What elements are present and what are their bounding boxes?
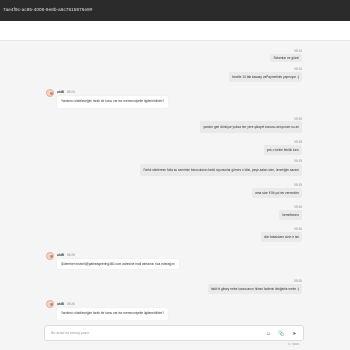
message-time: 09:25: [294, 159, 302, 163]
url-text[interactable]: 7ae4f9c-ac85-4006-9e8b-a6c7615976e8#: [3, 7, 92, 12]
incoming-message-header: ukiB 09:26: [57, 302, 75, 306]
emoji-icon[interactable]: ☺: [264, 329, 273, 338]
outgoing-message: Farklı sitelereen folla su semimle fotur…: [140, 164, 302, 176]
message-time: 09:26: [294, 205, 302, 209]
composer-actions: ☺ 📎 ➤: [264, 329, 299, 338]
outgoing-message: yardım geri dönüyor yoksa her yere şikay…: [200, 121, 302, 133]
browser-url-bar[interactable]: 7ae4f9c-ac85-4006-9e8b-a6c7615976e8#: [0, 0, 350, 21]
message-time: 09:24: [294, 67, 302, 71]
outgoing-message: Selamlar ne güzel: [270, 54, 302, 62]
chat-header: [0, 21, 350, 41]
agent-name: ukiB: [57, 302, 64, 306]
message-time: 09:24: [66, 90, 75, 94]
message-time: 09:26: [66, 253, 75, 257]
message-time: 09:25: [294, 183, 302, 187]
message-composer[interactable]: Bu aracı'na mesaj yazın ☺ 📎 ➤ 0 / 3000: [44, 325, 304, 346]
agent-avatar: [46, 300, 54, 308]
message-time: 09:26: [294, 227, 302, 231]
message-time: 09:26: [66, 302, 75, 306]
agent-name: ukiB: [57, 90, 64, 94]
chat-thread[interactable]: 09:24 Selamlar ne güzel 09:24 fonelle 10…: [0, 41, 350, 325]
agent-avatar: [46, 89, 54, 97]
incoming-message: Yardımcı olabileceğim farklı bir konu va…: [57, 96, 169, 108]
agent-name: ukiB: [57, 253, 64, 257]
message-input[interactable]: Bu aracı'na mesaj yazın: [51, 331, 89, 335]
message-time: 09:26: [294, 279, 302, 283]
outgoing-message: fonelle 10 fab kasasy vaPaymetinfo yapmı…: [229, 72, 302, 82]
outgoing-message: fakit hi gitsey nebe konusunun hilmni fa…: [207, 284, 302, 294]
character-counter: 0 / 3000: [288, 342, 299, 346]
incoming-message: Yardımcı olabileceğim farklı bir konu va…: [57, 308, 169, 320]
send-icon[interactable]: ➤: [290, 329, 299, 338]
outgoing-message: kemettonno: [279, 210, 302, 220]
incoming-message-header: ukiB 09:24: [57, 90, 75, 94]
agent-avatar: [46, 252, 54, 260]
outgoing-message: yok o bekle feklük kırcı: [263, 145, 302, 155]
incoming-message: Şüleerben tezkell@patheageering360.com a…: [57, 259, 179, 269]
attach-icon[interactable]: 📎: [277, 329, 286, 338]
message-time: 09:25: [294, 140, 302, 144]
incoming-message-header: ukiB 09:26: [57, 253, 75, 257]
outgoing-message: dün fabaklıarn sizin ir ise: [260, 232, 302, 242]
outgoing-message: ama size fi 5k ya her zermekim: [252, 188, 302, 198]
message-time: 09:24: [294, 49, 302, 53]
